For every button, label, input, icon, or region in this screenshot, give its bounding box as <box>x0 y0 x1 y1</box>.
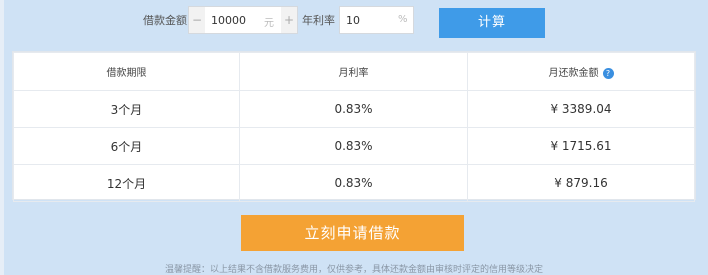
help-icon[interactable]: ? <box>602 67 614 79</box>
table-row: 6个月 0.83% ¥ 1715.61 <box>13 127 695 165</box>
repayment-table: 借款期限 月利率 月还款金额? 3个月 0.83% ¥ 3389.04 6个月 … <box>12 51 696 202</box>
header-monthly-payment: 月还款金额? <box>467 52 695 91</box>
rate-unit: % <box>398 14 408 25</box>
payment-cell: ¥ 879.16 <box>467 164 695 202</box>
amount-unit: 元 <box>264 18 274 29</box>
apply-loan-button[interactable]: 立刻申请借款 <box>241 215 464 251</box>
rate-field: 10 % <box>339 6 414 34</box>
rate-input[interactable]: 10 <box>346 14 360 27</box>
table-row: 12个月 0.83% ¥ 879.16 <box>13 164 695 202</box>
calculate-button[interactable]: 计算 <box>439 8 545 38</box>
amount-minus-button[interactable]: − <box>189 7 205 33</box>
amount-input[interactable]: 10000 <box>211 14 246 27</box>
disclaimer-text: 温馨提醒：以上结果不含借款服务费用，仅供参考，具体还款金额由审核时评定的信用等级… <box>164 265 543 275</box>
payment-cell: ¥ 1715.61 <box>467 127 695 165</box>
term-cell: 6个月 <box>13 127 240 165</box>
header-monthly-rate: 月利率 <box>239 52 468 91</box>
rate-label: 年利率 <box>302 14 335 27</box>
header-monthly-payment-label: 月还款金额 <box>548 68 599 79</box>
amount-plus-button[interactable]: + <box>281 7 297 33</box>
amount-stepper: − 10000 元 + <box>188 6 298 34</box>
payment-cell: ¥ 3389.04 <box>467 90 695 128</box>
header-term: 借款期限 <box>13 52 240 91</box>
table-row: 3个月 0.83% ¥ 3389.04 <box>13 90 695 128</box>
left-edge <box>0 0 4 275</box>
rate-cell: 0.83% <box>239 90 468 128</box>
loan-form: 借款金额 − 10000 元 + 年利率 10 % 计算 <box>0 4 708 38</box>
amount-label: 借款金额 <box>143 14 187 27</box>
term-cell: 12个月 <box>13 164 240 202</box>
table-header-row: 借款期限 月利率 月还款金额? <box>13 52 695 91</box>
term-cell: 3个月 <box>13 90 240 128</box>
rate-cell: 0.83% <box>239 164 468 202</box>
rate-cell: 0.83% <box>239 127 468 165</box>
